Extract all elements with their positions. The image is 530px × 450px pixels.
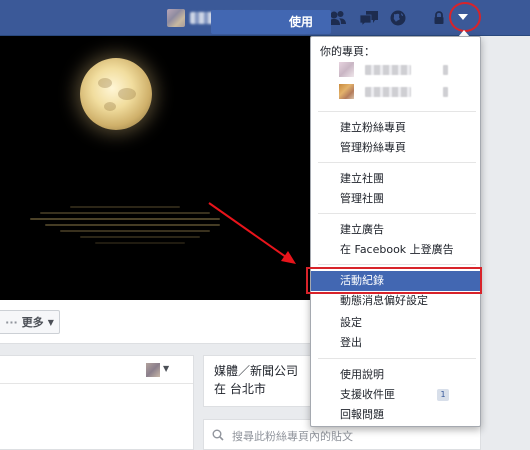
support-inbox-label: 支援收件匣 [340, 388, 395, 401]
lock-icon[interactable] [433, 11, 447, 25]
menu-separator [318, 162, 476, 163]
page-name-blurred-tail [443, 65, 448, 75]
page-avatar[interactable] [146, 363, 160, 377]
menu-item-create-group[interactable]: 建立社團 [311, 169, 480, 189]
menu-item-advertise-on-facebook[interactable]: 在 Facebook 上登廣告 [311, 240, 480, 260]
notifications-globe-icon[interactable] [387, 8, 409, 28]
account-dropdown-menu: 你的專頁： 建立粉絲專頁 管理粉絲專頁 建立社團 管理社團 建立廣告 在 Fac… [310, 36, 481, 427]
page-name-blurred [365, 87, 411, 97]
menu-item-help[interactable]: 使用說明 [311, 365, 480, 385]
page-category: 媒體／新聞公司 [214, 364, 299, 378]
menu-item-manage-group[interactable]: 管理社團 [311, 189, 480, 209]
support-inbox-count-badge: 1 [437, 389, 449, 401]
post-composer-header: ▼ [0, 356, 193, 384]
chevron-down-icon[interactable]: ▼ [163, 364, 169, 373]
annotation-circle [449, 2, 481, 32]
page-thumbnail [339, 84, 354, 99]
more-button[interactable]: ··· 更多 ▼ [0, 310, 60, 334]
search-input[interactable]: 搜尋此粉絲專頁內的貼文 [232, 428, 353, 444]
menu-item-news-feed-preferences[interactable]: 動態消息偏好設定 [311, 291, 480, 311]
menu-item-create-ad[interactable]: 建立廣告 [311, 220, 480, 240]
profile-avatar[interactable] [167, 9, 185, 27]
menu-separator [318, 213, 476, 214]
menu-item-create-fan-page[interactable]: 建立粉絲專頁 [311, 118, 480, 138]
use-button[interactable]: 使用 [211, 10, 331, 34]
menu-item-settings[interactable]: 設定 [311, 313, 480, 333]
menu-item-report-problem[interactable]: 回報問題 [311, 405, 480, 425]
more-label: 更多 [21, 316, 44, 329]
page-name-blurred-tail [443, 87, 448, 97]
page-location: 在 台北市 [214, 382, 266, 396]
menu-item-manage-fan-page[interactable]: 管理粉絲專頁 [311, 138, 480, 158]
menu-separator [318, 264, 476, 265]
moon-image [80, 58, 152, 130]
cover-photo[interactable] [0, 36, 318, 300]
page-info-card: 媒體／新聞公司 在 台北市 [203, 355, 323, 407]
managed-page-item[interactable] [339, 61, 453, 79]
menu-separator [318, 111, 476, 112]
page-thumbnail [339, 62, 354, 77]
messages-icon[interactable] [358, 8, 380, 28]
page-name-blurred [365, 65, 411, 75]
post-composer[interactable]: ▼ [0, 355, 194, 450]
search-icon [212, 429, 224, 441]
annotation-highlight-box [306, 267, 482, 294]
page-actions-bar: ··· 更多 ▼ [0, 300, 318, 344]
more-dots-icon: ··· [5, 315, 18, 329]
your-pages-heading: 你的專頁： [320, 45, 375, 58]
menu-item-support-inbox[interactable]: 支援收件匣 1 [311, 385, 480, 405]
menu-separator [318, 358, 476, 359]
chevron-down-icon: ▼ [47, 317, 54, 327]
managed-page-item[interactable] [339, 83, 453, 101]
menu-item-log-out[interactable]: 登出 [311, 333, 480, 353]
